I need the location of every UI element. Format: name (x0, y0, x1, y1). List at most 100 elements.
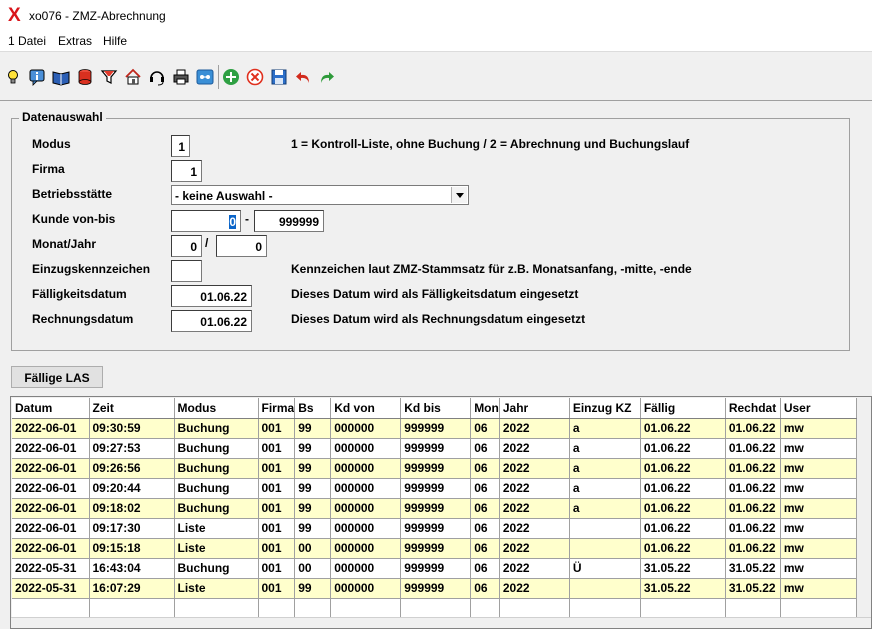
table-cell: 99 (294, 518, 332, 539)
column-header[interactable]: Mon (470, 398, 500, 419)
table-row[interactable]: 2022-06-01 09:15:18 Liste 001 00 000000 999999… (12, 538, 857, 559)
column-header[interactable]: Einzug KZ (569, 398, 641, 419)
jahr-input[interactable]: 0 (216, 235, 267, 257)
table-cell: a (569, 478, 641, 499)
table-cell: 2022-05-31 (12, 578, 90, 599)
table-cell: 06 (470, 518, 500, 539)
printer-icon[interactable] (172, 68, 190, 86)
firma-input[interactable]: 1 (171, 160, 202, 182)
table-cell: 999999 (400, 498, 472, 519)
einzug-input[interactable] (171, 260, 202, 282)
column-header[interactable]: Firma (258, 398, 296, 419)
table-row[interactable]: 2022-06-01 09:18:02 Buchung 001 99 000000 9999… (12, 498, 857, 519)
undo-icon[interactable] (294, 68, 312, 86)
table-cell: 2022-06-01 (12, 478, 90, 499)
table-row[interactable]: 2022-06-01 09:26:56 Buchung 001 99 000000 9999… (12, 458, 857, 479)
headset-icon[interactable] (148, 68, 166, 86)
table-cell: a (569, 498, 641, 519)
table-cell: 999999 (400, 558, 472, 579)
table-cell: mw (780, 578, 857, 599)
table-cell: 2022-06-01 (12, 418, 90, 439)
table-cell: 01.06.22 (640, 418, 726, 439)
table-cell: Buchung (174, 478, 259, 499)
table-cell: 001 (258, 538, 296, 559)
chevron-down-icon[interactable] (451, 187, 467, 203)
menu-hilfe[interactable]: Hilfe (103, 34, 127, 48)
table-cell: 09:18:02 (89, 498, 175, 519)
table-cell: 06 (470, 498, 500, 519)
table-cell: 06 (470, 458, 500, 479)
table-cell: mw (780, 558, 857, 579)
table-cell: 09:17:30 (89, 518, 175, 539)
table-cell: 09:20:44 (89, 478, 175, 499)
table-cell: mw (780, 478, 857, 499)
cancel-icon[interactable] (246, 68, 264, 86)
column-header[interactable]: Fällig (640, 398, 726, 419)
table-cell: 999999 (400, 518, 472, 539)
home-icon[interactable] (124, 68, 142, 86)
kunde-von-input[interactable]: 0 (171, 210, 241, 232)
history-table: Datum Zeit Modus Firma Bs Kd von Kd bis Mon Jahr… (12, 398, 857, 619)
table-cell: Ü (569, 558, 641, 579)
table-cell: 00 (294, 538, 332, 559)
table-cell: 2022-06-01 (12, 438, 90, 459)
table-cell: 99 (294, 578, 332, 599)
table-cell: 01.06.22 (640, 438, 726, 459)
table-cell: 31.05.22 (725, 578, 781, 599)
save-icon[interactable] (270, 68, 288, 86)
table-cell: 09:30:59 (89, 418, 175, 439)
column-header[interactable]: Kd bis (400, 398, 472, 419)
table-cell (499, 598, 570, 619)
window-title: xo076 - ZMZ-Abrechnung (29, 9, 166, 23)
column-header[interactable]: Modus (174, 398, 259, 419)
einzug-label: Einzugskennzeichen (32, 262, 151, 276)
table-row[interactable]: 2022-05-31 16:07:29 Liste 001 99 000000 999999… (12, 578, 857, 599)
faellige-las-button[interactable]: Fällige LAS (11, 366, 103, 388)
column-header[interactable]: User (780, 398, 857, 419)
table-cell: 06 (470, 478, 500, 499)
column-header[interactable]: Kd von (330, 398, 402, 419)
toolbar (0, 51, 872, 101)
table-row[interactable]: 2022-06-01 09:27:53 Buchung 001 99 000000 9999… (12, 438, 857, 459)
column-header[interactable]: Datum (12, 398, 90, 419)
firma-label: Firma (32, 162, 65, 176)
modus-input[interactable]: 1 (171, 135, 190, 157)
menu-datei[interactable]: 1 Datei (8, 34, 46, 48)
table-cell: 01.06.22 (725, 518, 781, 539)
table-cell: 2022 (499, 558, 570, 579)
screen-icon[interactable] (196, 68, 214, 86)
table-cell: 001 (258, 578, 296, 599)
table-cell: 999999 (400, 458, 472, 479)
table-row[interactable]: 2022-06-01 09:30:59 Buchung 001 99 000000 9999… (12, 418, 857, 439)
menu-extras[interactable]: Extras (58, 34, 92, 48)
table-row[interactable]: 2022-06-01 09:17:30 Liste 001 99 000000 999999… (12, 518, 857, 539)
betriebsstaette-select[interactable]: - keine Auswahl - (171, 185, 469, 205)
table-cell (780, 598, 857, 619)
faelligkeitsdatum-input[interactable]: 01.06.22 (171, 285, 252, 307)
horizontal-scrollbar[interactable] (11, 617, 871, 628)
table-row[interactable]: 2022-06-01 09:20:44 Buchung 001 99 000000 9999… (12, 478, 857, 499)
table-cell (400, 598, 472, 619)
lightbulb-icon[interactable] (4, 68, 22, 86)
info-icon[interactable] (28, 68, 46, 86)
column-header[interactable]: Jahr (499, 398, 570, 419)
column-header[interactable]: Zeit (89, 398, 175, 419)
kunde-bis-input[interactable]: 999999 (254, 210, 324, 232)
column-header[interactable]: Rechdat (725, 398, 781, 419)
table-cell: 16:43:04 (89, 558, 175, 579)
add-icon[interactable] (222, 68, 240, 86)
table-row[interactable]: 2022-05-31 16:43:04 Buchung 001 00 000000 9999… (12, 558, 857, 579)
table-cell: 2022-06-01 (12, 538, 90, 559)
table-cell: 00 (294, 558, 332, 579)
book-icon[interactable] (52, 68, 70, 86)
toolbar-separator (218, 65, 219, 89)
rechnungsdatum-input[interactable]: 01.06.22 (171, 310, 252, 332)
redo-icon[interactable] (318, 68, 336, 86)
table-cell: 01.06.22 (725, 478, 781, 499)
column-header[interactable]: Bs (294, 398, 332, 419)
database-icon[interactable] (76, 68, 94, 86)
table-cell: 2022 (499, 498, 570, 519)
filter-icon[interactable] (100, 68, 118, 86)
monat-input[interactable]: 0 (171, 235, 202, 257)
table-cell: Buchung (174, 438, 259, 459)
